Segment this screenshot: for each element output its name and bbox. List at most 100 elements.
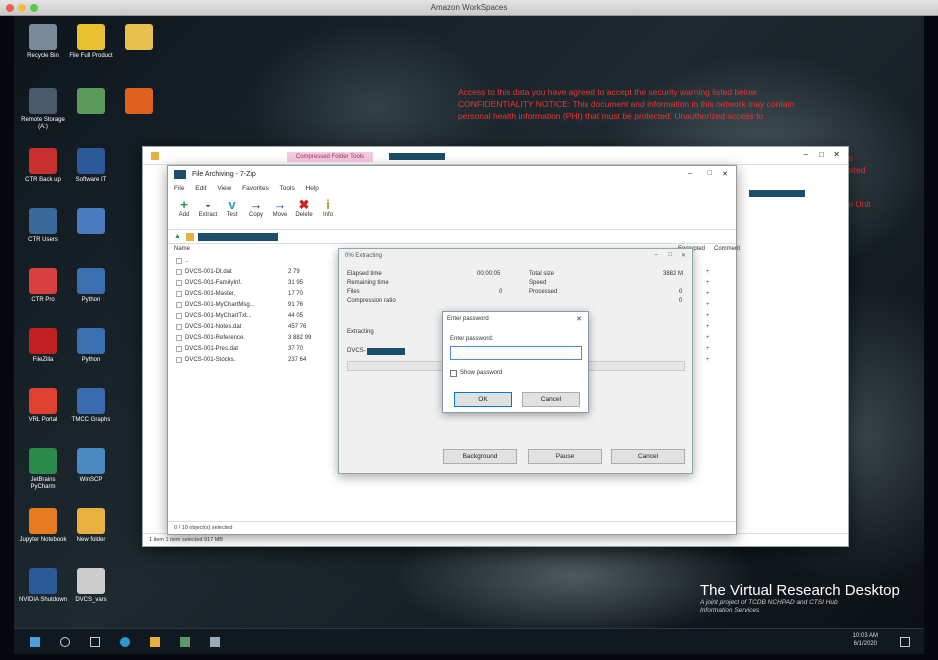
file-encrypted: + bbox=[706, 302, 710, 308]
close-button[interactable]: ✕ bbox=[576, 315, 582, 323]
brand-title: The Virtual Research Desktop bbox=[700, 582, 900, 599]
desktop-icon[interactable] bbox=[114, 88, 164, 117]
toolbar-label: Delete bbox=[295, 212, 313, 218]
file-checkbox[interactable] bbox=[176, 258, 182, 264]
app-icon[interactable] bbox=[180, 637, 190, 647]
app-icon bbox=[77, 328, 105, 354]
close-button[interactable]: ✕ bbox=[833, 150, 840, 159]
password-dialog[interactable]: Enter password ✕ Enter password: Show pa… bbox=[442, 311, 589, 413]
file-checkbox[interactable] bbox=[176, 280, 182, 286]
minimize-button[interactable]: – bbox=[688, 170, 692, 177]
desktop-icon[interactable]: Jupyter Notebook bbox=[18, 508, 68, 544]
pause-button[interactable]: Pause bbox=[528, 449, 602, 464]
address-bar[interactable]: ▲ bbox=[168, 230, 736, 244]
search-icon[interactable] bbox=[60, 637, 70, 647]
desktop-icon-label: Python bbox=[81, 357, 101, 363]
desktop-icon[interactable] bbox=[66, 88, 116, 117]
column-name[interactable]: Name bbox=[174, 246, 190, 252]
file-checkbox[interactable] bbox=[176, 269, 182, 275]
desktop-icon[interactable]: VRL Portal bbox=[18, 388, 68, 424]
app-icon bbox=[29, 508, 57, 534]
desktop-icon[interactable]: NVIDIA Shutdown bbox=[18, 568, 68, 604]
column-comment[interactable]: Comment bbox=[714, 246, 740, 252]
warning-line: CONFIDENTIALITY NOTICE: This document an… bbox=[458, 99, 795, 109]
maximize-button[interactable]: □ bbox=[819, 150, 824, 159]
sevenzip-window[interactable]: File Archiving - 7-Zip – □ ✕ File Edit V… bbox=[167, 165, 740, 535]
desktop-icon[interactable]: JetBrains PyCharm bbox=[18, 448, 68, 491]
toolbar-button[interactable]: ✖ Delete bbox=[292, 196, 316, 229]
file-size: 457 76 bbox=[288, 324, 307, 330]
minimize-button[interactable]: – bbox=[804, 150, 808, 159]
ok-button[interactable]: OK bbox=[454, 392, 512, 407]
desktop-icon[interactable]: File Full Product bbox=[66, 24, 116, 60]
desktop-icon[interactable]: WinSCP bbox=[66, 448, 116, 484]
toolbar-button[interactable]: v Test bbox=[220, 196, 244, 229]
desktop-icon[interactable]: Software IT bbox=[66, 148, 116, 184]
file-size: 37 70 bbox=[288, 346, 304, 352]
file-explorer-icon[interactable] bbox=[150, 637, 160, 647]
desktop-icon-label: CTR Back up bbox=[25, 177, 61, 183]
desktop-icon-label: VRL Portal bbox=[28, 417, 58, 423]
extract-progress-dialog[interactable]: 0% Extracting – □ ✕ Elapsed time 00:00:0… bbox=[338, 248, 693, 474]
desktop-icon[interactable]: CTR Pro bbox=[18, 268, 68, 304]
close-button[interactable]: ✕ bbox=[681, 252, 686, 259]
desktop-icon[interactable]: New folder bbox=[66, 508, 116, 544]
extra-value: 0 bbox=[679, 298, 683, 304]
file-encrypted: + bbox=[706, 335, 710, 341]
show-password-checkbox[interactable] bbox=[450, 370, 457, 377]
toolbar-button[interactable]: + Add bbox=[172, 196, 196, 229]
desktop-icon[interactable]: Remote Storage (A:) bbox=[18, 88, 68, 131]
minimize-button[interactable]: – bbox=[655, 252, 658, 258]
file-checkbox[interactable] bbox=[176, 335, 182, 341]
file-encrypted: + bbox=[706, 357, 710, 363]
cancel-button[interactable]: Cancel bbox=[522, 392, 580, 407]
desktop-icon[interactable]: CTR Users bbox=[18, 208, 68, 244]
background-button[interactable]: Background bbox=[443, 449, 517, 464]
toolbar-icon: ✖ bbox=[298, 197, 310, 212]
file-explorer-window[interactable]: Compressed Folder Tools – □ ✕ 1 item 1 i… bbox=[142, 146, 849, 547]
desktop-icon[interactable]: Python bbox=[66, 328, 116, 364]
toolbar-button[interactable]: → Copy bbox=[244, 196, 268, 229]
toolbar-button[interactable]: → Move bbox=[268, 196, 292, 229]
clock[interactable]: 10:03 AM 6/1/2020 bbox=[853, 632, 878, 648]
desktop-icon[interactable]: TMCC Graphs bbox=[66, 388, 116, 424]
file-name: DVCS-001-Pres.dat bbox=[185, 346, 239, 352]
edge-icon[interactable] bbox=[120, 637, 130, 647]
cancel-button[interactable]: Cancel bbox=[611, 449, 685, 464]
toolbar-button[interactable]: i Info bbox=[316, 196, 340, 229]
password-input[interactable] bbox=[450, 346, 582, 360]
start-icon[interactable] bbox=[30, 637, 40, 647]
desktop-icon[interactable]: Recycle Bin bbox=[18, 24, 68, 60]
menu-file[interactable]: File bbox=[174, 185, 184, 192]
task-view-icon[interactable] bbox=[90, 637, 100, 647]
compressed-tools-tab[interactable]: Compressed Folder Tools bbox=[287, 152, 373, 162]
notification-icon[interactable] bbox=[900, 637, 910, 647]
file-checkbox[interactable] bbox=[176, 291, 182, 297]
desktop-icon-label: DVCS_vars bbox=[75, 597, 107, 603]
desktop-icon[interactable] bbox=[66, 208, 116, 237]
menu-view[interactable]: View bbox=[217, 185, 231, 192]
file-checkbox[interactable] bbox=[176, 302, 182, 308]
desktop-icon[interactable]: DVCS_vars bbox=[66, 568, 116, 604]
file-checkbox[interactable] bbox=[176, 313, 182, 319]
file-checkbox[interactable] bbox=[176, 346, 182, 352]
up-icon[interactable]: ▲ bbox=[174, 233, 181, 240]
maximize-button[interactable]: □ bbox=[708, 170, 712, 177]
desktop-icon[interactable]: FileZilla bbox=[18, 328, 68, 364]
desktop-icon[interactable] bbox=[114, 24, 164, 53]
file-checkbox[interactable] bbox=[176, 357, 182, 363]
close-button[interactable]: ✕ bbox=[722, 170, 728, 178]
maximize-button[interactable]: □ bbox=[668, 252, 672, 258]
sevenzip-taskbar-icon[interactable] bbox=[210, 637, 220, 647]
toolbar-button[interactable]: - Extract bbox=[196, 196, 220, 229]
menu-edit[interactable]: Edit bbox=[195, 185, 206, 192]
menu-tools[interactable]: Tools bbox=[280, 185, 295, 192]
app-icon bbox=[77, 508, 105, 534]
menu-help[interactable]: Help bbox=[306, 185, 319, 192]
desktop-icon[interactable]: CTR Back up bbox=[18, 148, 68, 184]
file-checkbox[interactable] bbox=[176, 324, 182, 330]
total-label: Total size bbox=[529, 271, 555, 277]
desktop-icon[interactable]: Python bbox=[66, 268, 116, 304]
desktop-icon-label: JetBrains PyCharm bbox=[30, 477, 56, 490]
menu-favorites[interactable]: Favorites bbox=[242, 185, 269, 192]
